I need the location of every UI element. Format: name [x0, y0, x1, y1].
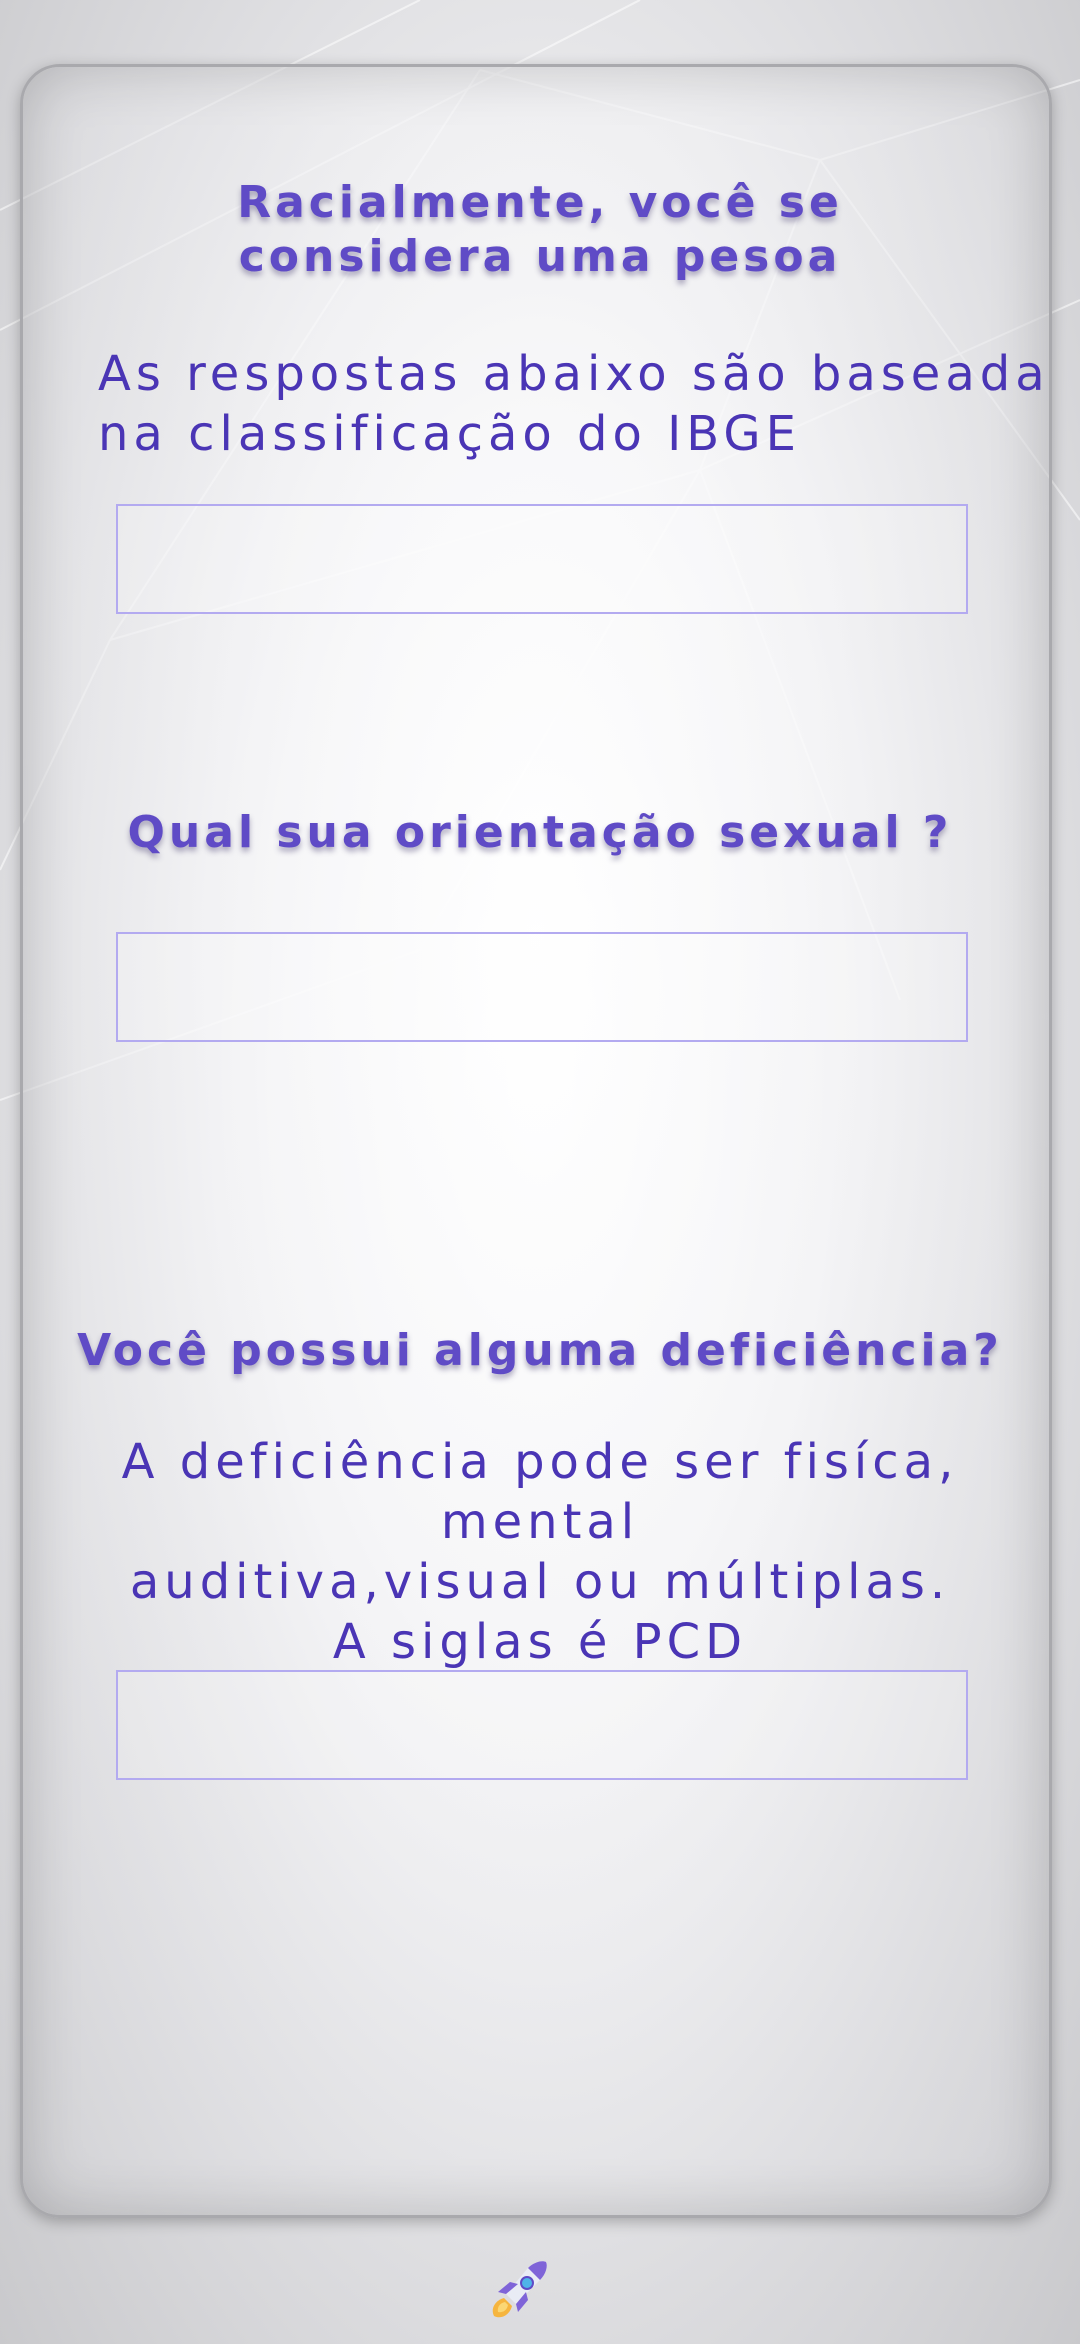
race-question-subtext: As respostas abaixo são baseada na class… [98, 346, 1050, 462]
disability-input[interactable] [116, 1670, 968, 1780]
rocket-icon [492, 2261, 547, 2318]
orientation-question-heading: Qual sua orientação sexual ? [127, 807, 953, 858]
race-question-heading: Racialmente, você se considera uma pesoa [237, 177, 843, 282]
orientation-input[interactable] [116, 932, 968, 1042]
disability-question-heading: Você possui alguma deficiência? [77, 1325, 1003, 1376]
disability-question-subtext: A deficiência pode ser fisíca, mental au… [121, 1434, 959, 1670]
race-input[interactable] [116, 504, 968, 614]
